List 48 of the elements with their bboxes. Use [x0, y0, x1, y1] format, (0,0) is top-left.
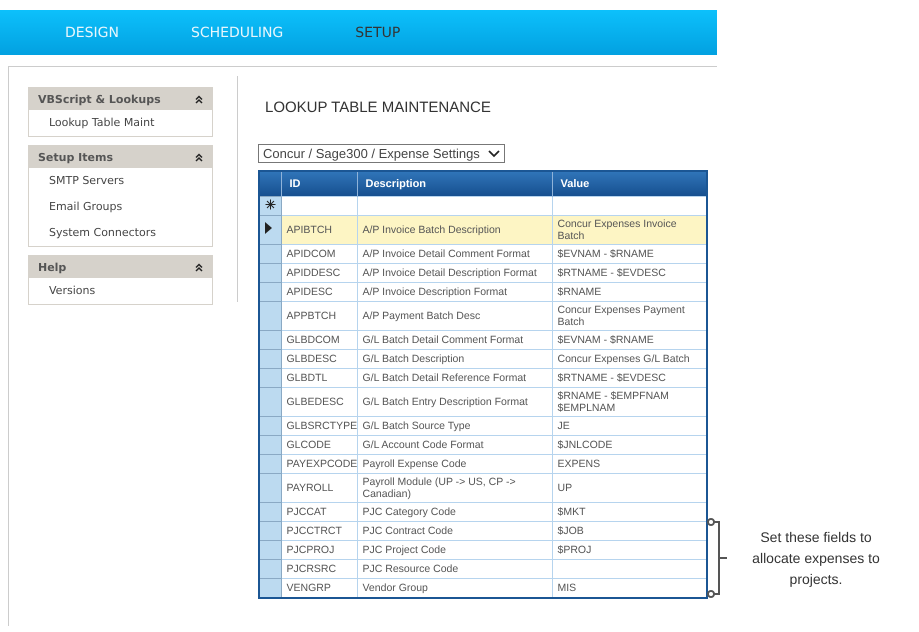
table-cell: PJCCTRCT: [281, 521, 357, 540]
table-cell: Payroll Expense Code: [357, 454, 552, 473]
table-cell: PJCPROJ: [281, 540, 357, 559]
table-cell: PJC Category Code: [357, 502, 552, 521]
column-header[interactable]: Description: [357, 171, 552, 196]
table-cell: A/P Invoice Batch Description: [357, 215, 552, 244]
table-cell: G/L Batch Description: [357, 349, 552, 368]
table-cell: A/P Invoice Detail Description Format: [357, 263, 552, 282]
nav-tab[interactable]: SETUP: [355, 24, 400, 40]
table-cell: GLBSRCTYPE: [281, 416, 357, 435]
table-cell: G/L Account Code Format: [357, 435, 552, 454]
table-cell: PJCCAT: [281, 502, 357, 521]
section-header[interactable]: Setup Items: [29, 146, 212, 168]
table-cell: GLCODE: [281, 435, 357, 454]
table-cell: G/L Batch Entry Description Format: [357, 387, 552, 416]
table-cell: G/L Batch Detail Comment Format: [357, 330, 552, 349]
page-title: LOOKUP TABLE MAINTENANCE: [265, 99, 492, 116]
section-title: Help: [38, 260, 66, 274]
section-title: Setup Items: [38, 150, 113, 164]
section-header[interactable]: Help: [29, 256, 212, 278]
section-header[interactable]: VBScript & Lookups: [29, 88, 212, 110]
table-cell: Payroll Module (UP -> US, CP -> Canadian): [357, 473, 552, 502]
table-cell: APIDESC: [281, 282, 357, 301]
table-cell: PJC Resource Code: [357, 559, 552, 578]
column-header[interactable]: Value: [552, 171, 707, 196]
table-cell: G/L Batch Source Type: [357, 416, 552, 435]
annotation-text: Set these fields to allocate expenses to projects.: [751, 528, 881, 589]
table-cell: A/P Invoice Detail Comment Format: [357, 244, 552, 263]
table-cell: GLBDESC: [281, 349, 357, 368]
column-header[interactable]: ID: [281, 171, 357, 196]
table-cell: APPBTCH: [281, 301, 357, 330]
section-title: VBScript & Lookups: [38, 92, 161, 106]
table-cell: A/P Invoice Description Format: [357, 282, 552, 301]
table-cell: PJC Contract Code: [357, 521, 552, 540]
table-cell: APIBTCH: [281, 215, 357, 244]
table-cell: A/P Payment Batch Desc: [357, 301, 552, 330]
table-cell: PAYROLL: [281, 473, 357, 502]
table-cell: GLBDCOM: [281, 330, 357, 349]
table-cell: G/L Batch Detail Reference Format: [357, 368, 552, 387]
table-dropdown[interactable]: Concur / Sage300 / Expense Settings: [258, 144, 505, 163]
table-cell: GLBEDESC: [281, 387, 357, 416]
table-cell: APIDDESC: [281, 263, 357, 282]
table-cell: PJCRSRC: [281, 559, 357, 578]
table-cell: PAYEXPCODE: [281, 454, 357, 473]
table-cell: GLBDTL: [281, 368, 357, 387]
table-cell: PJC Project Code: [357, 540, 552, 559]
table-cell: Concur Expenses Invoice Batch: [552, 215, 707, 244]
table-cell: APIDCOM: [281, 244, 357, 263]
